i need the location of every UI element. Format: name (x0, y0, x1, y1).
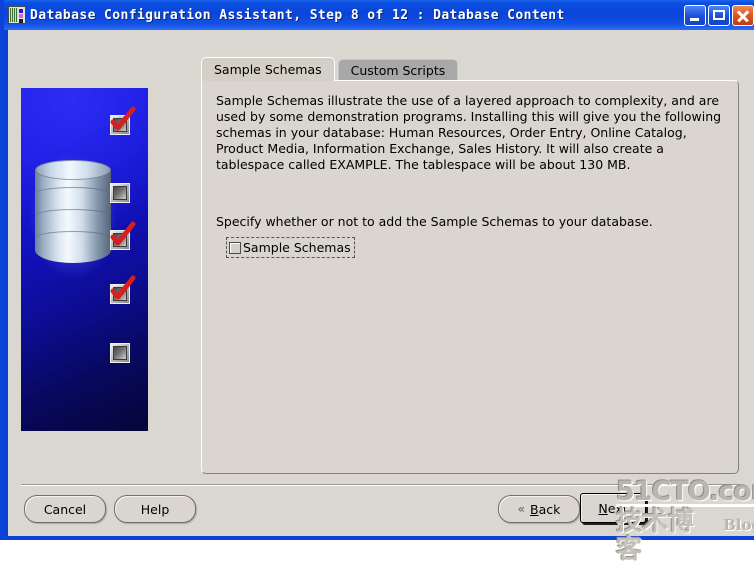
tab-bar: Sample Schemas Custom Scripts (201, 57, 459, 81)
description-paragraph-1: Sample Schemas illustrate the use of a l… (216, 93, 722, 172)
cancel-button-label: Cancel (43, 501, 87, 517)
application-window: Database Configuration Assistant, Step 8… (0, 0, 754, 564)
next-rest: ext (607, 500, 628, 516)
tab-custom-scripts-label: Custom Scripts (350, 63, 446, 78)
sidebar-step-icon-1 (110, 106, 136, 135)
client-area: Sample Schemas Custom Scripts Sample Sch… (8, 30, 754, 564)
sample-schemas-checkbox[interactable]: Sample Schemas (226, 237, 355, 258)
sidebar-step-icon-4 (110, 275, 136, 304)
chevron-left-icon: « (517, 502, 525, 516)
close-button[interactable] (732, 4, 754, 26)
tab-panel-sample-schemas: Sample Schemas illustrate the use of a l… (201, 80, 739, 474)
tab-custom-scripts[interactable]: Custom Scripts (337, 59, 459, 81)
tab-sample-schemas-label: Sample Schemas (214, 62, 322, 77)
description-paragraph-2: Specify whether or not to add the Sample… (216, 214, 653, 229)
title-bar: Database Configuration Assistant, Step 8… (4, 0, 754, 30)
next-mnemonic: N (598, 500, 608, 516)
window-controls (682, 4, 754, 26)
back-rest: ack (538, 501, 561, 517)
watermark-blog: Blog (723, 516, 754, 534)
sample-schemas-checkbox-label: Sample Schemas (243, 240, 351, 255)
sidebar-step-icon-3 (110, 221, 136, 250)
red-check-icon (110, 221, 136, 246)
cancel-button[interactable]: Cancel (24, 495, 106, 523)
button-bar-separator (21, 484, 739, 486)
database-cylinder-icon (35, 160, 111, 272)
red-check-icon (110, 275, 136, 300)
next-button-label: Next (598, 501, 627, 516)
checkbox-box-icon[interactable] (229, 241, 241, 254)
tab-sample-schemas[interactable]: Sample Schemas (201, 57, 335, 81)
back-button[interactable]: « Back (498, 495, 580, 523)
maximize-button[interactable] (708, 4, 730, 26)
back-mnemonic: B (529, 501, 539, 517)
red-check-icon (110, 106, 136, 131)
sidebar-step-icon-5 (110, 343, 130, 363)
database-wizard-illustration (21, 88, 148, 431)
database-config-icon (8, 6, 26, 24)
help-button[interactable]: Help (114, 495, 196, 523)
next-button[interactable]: Next (580, 493, 646, 523)
minimize-button[interactable] (684, 4, 706, 26)
back-button-label: Back (530, 502, 560, 517)
sidebar-step-icon-2 (110, 183, 130, 203)
window-title: Database Configuration Assistant, Step 8… (30, 7, 565, 23)
help-button-label: Help (140, 501, 170, 517)
